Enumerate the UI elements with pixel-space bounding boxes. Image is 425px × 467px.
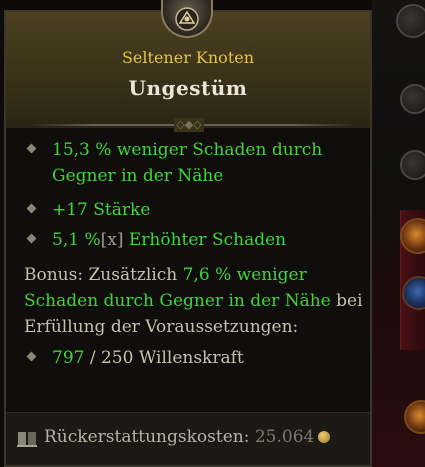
multiplier-tag: [x]: [100, 230, 124, 250]
tooltip-footer: Rückerstattungskosten: 25.064: [6, 412, 370, 465]
requirement-required: / 250 Willenskraft: [89, 348, 244, 368]
gold-coin-icon: [318, 431, 331, 443]
refund-icon: [16, 429, 38, 453]
refund-cost: Rückerstattungskosten: 25.064: [44, 427, 331, 447]
affix-text: 15,3 % weniger Schaden durch Gegner in d…: [52, 140, 323, 186]
affix-value: 5,1 %: [52, 230, 101, 250]
divider-ornament-icon: ◇◆◇: [174, 118, 204, 132]
paragon-node-icon: [161, 0, 213, 38]
requirement-current: 797: [52, 348, 85, 368]
affix-rest: Erhöhter Schaden: [128, 230, 287, 250]
node-title: Ungestüm: [128, 76, 248, 100]
tooltip-header: Seltener Knoten Ungestüm: [6, 0, 370, 128]
affix-text: +17 Stärke: [52, 200, 151, 220]
requirement-text: 797 / 250 Willenskraft: [28, 345, 348, 371]
bg-node-2[interactable]: [400, 84, 425, 114]
affix-item: +17 Stärke: [26, 197, 348, 223]
node-rarity: Seltener Knoten: [121, 48, 255, 67]
refund-cost-label: Rückerstattungskosten:: [44, 427, 250, 447]
bonus-prefix: Bonus: Zusätzlich: [24, 265, 178, 285]
bg-node-3[interactable]: [400, 150, 425, 180]
affix-item: 15,3 % weniger Schaden durch Gegner in d…: [26, 137, 348, 189]
bg-node-1[interactable]: [396, 4, 425, 38]
bonus-text: Bonus: Zusätzlich 7,6 % weniger Schaden …: [24, 262, 364, 340]
affix-item: 5,1 %[x] Erhöhter Schaden: [26, 227, 348, 253]
affix-text: 5,1 %[x] Erhöhter Schaden: [28, 227, 348, 253]
requirement-row: 797 / 250 Willenskraft: [26, 345, 348, 371]
node-tooltip: Seltener Knoten Ungestüm ◇◆◇ 15,3 % weni…: [4, 0, 372, 467]
refund-cost-value: 25.064: [254, 427, 315, 447]
